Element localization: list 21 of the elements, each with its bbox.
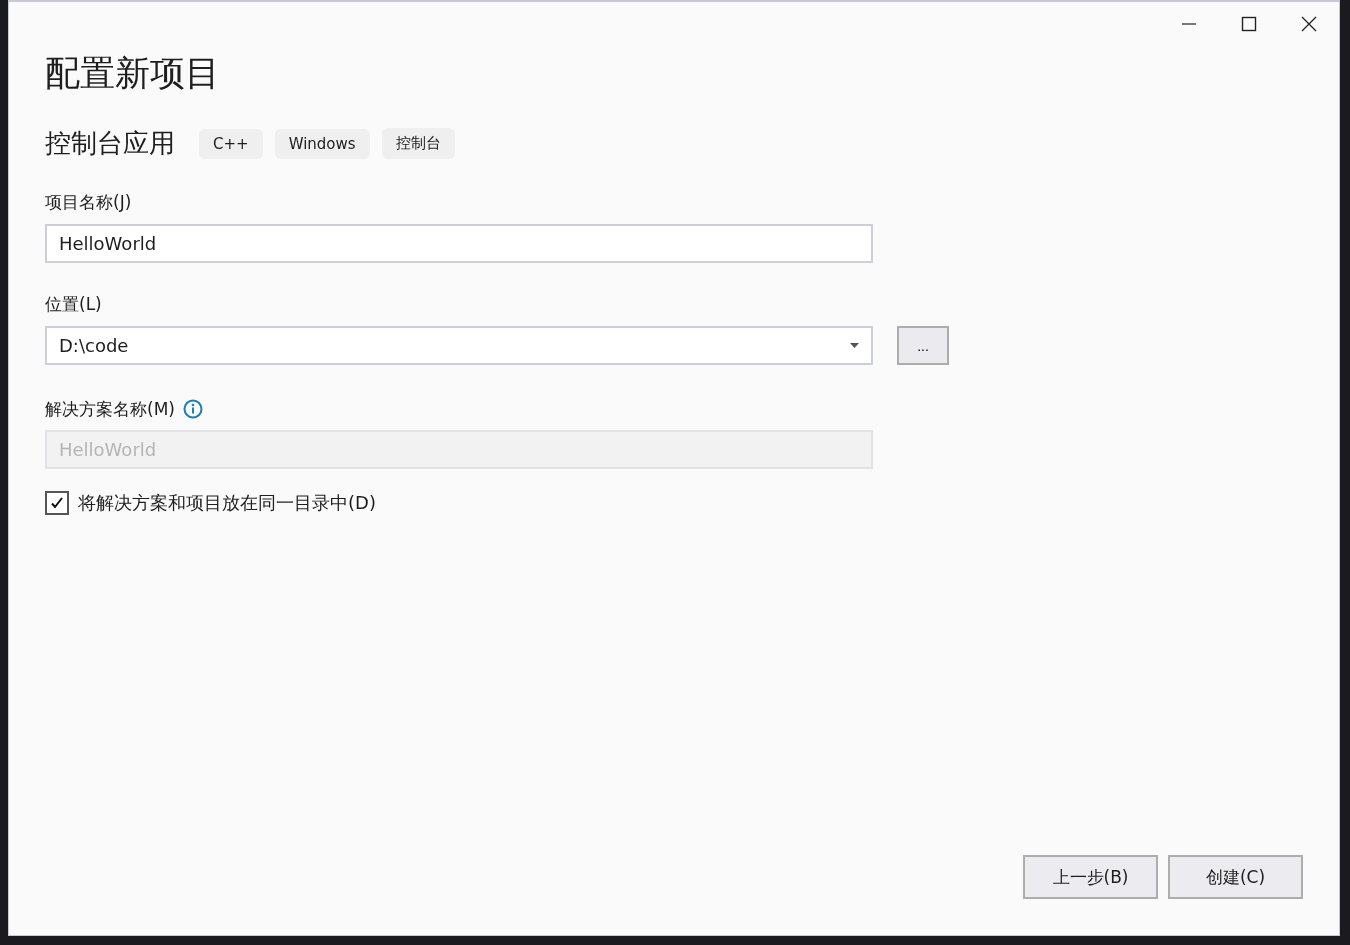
template-tag: Windows — [274, 128, 370, 159]
location-dropdown[interactable]: D:\code — [45, 326, 873, 365]
caret-icon — [850, 343, 859, 348]
field-label: 项目名称(J) — [45, 191, 133, 214]
template-tag: 控制台 — [381, 128, 455, 159]
field-label: 解决方案名称(M) — [45, 397, 175, 421]
dialog-button[interactable]: 上一步(B) — [1023, 855, 1158, 899]
template-tag: C++ — [199, 128, 263, 159]
window-title: 配置新项目 — [45, 52, 221, 95]
field-label: 位置(L) — [45, 293, 103, 316]
checkbox-label: 将解决方案和项目放在同一目录中(D) — [78, 491, 376, 515]
close-icon — [1301, 16, 1317, 32]
dialog-button[interactable]: 创建(C) — [1168, 855, 1303, 899]
maximize-icon — [1241, 16, 1257, 32]
minimize-icon — [1181, 23, 1197, 25]
checkbox[interactable] — [45, 491, 69, 515]
project-name-field[interactable]: HelloWorld — [45, 224, 873, 263]
template-name: 控制台应用 — [45, 127, 175, 160]
checkmark-icon — [49, 495, 65, 511]
info-icon[interactable] — [182, 399, 203, 419]
browse-button[interactable]: ... — [897, 326, 949, 365]
